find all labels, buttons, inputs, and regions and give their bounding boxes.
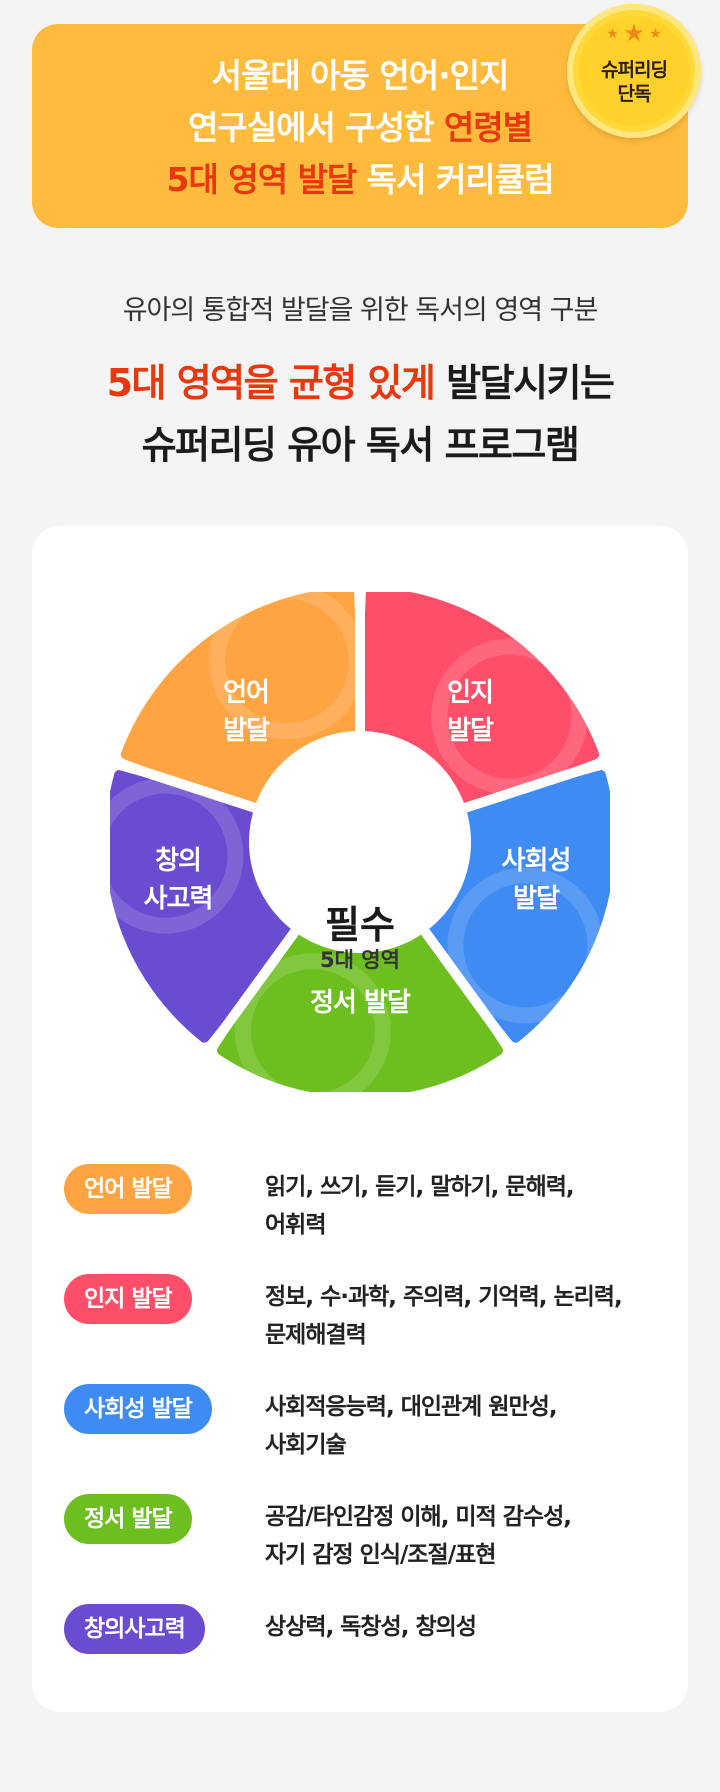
area-pill: 인지 발달 bbox=[64, 1274, 192, 1324]
banner-line-3-plain: 독서 커리큘럼 bbox=[356, 160, 555, 199]
area-description: 상상력, 독창성, 창의성 bbox=[265, 1608, 665, 1646]
area-pill: 창의사고력 bbox=[64, 1604, 205, 1654]
segment-label-line: 발달 bbox=[223, 716, 270, 746]
area-desc-line: 정보, 수·과학, 주의력, 기억력, 논리력, bbox=[265, 1284, 623, 1310]
segment-label-line: 사회성 bbox=[501, 846, 572, 876]
star-icon: ★ ★ ★ bbox=[606, 19, 662, 47]
area-pill: 언어 발달 bbox=[64, 1164, 192, 1214]
segment-label-cognition: 인지 발달 bbox=[410, 674, 530, 750]
area-desc-line: 문제해결력 bbox=[265, 1322, 367, 1348]
segment-label-line: 창의 bbox=[155, 846, 202, 876]
area-desc-line: 사회기술 bbox=[265, 1432, 347, 1458]
segment-label-language: 언어 발달 bbox=[186, 674, 306, 750]
segment-label-line: 언어 bbox=[223, 678, 270, 708]
segment-label-creativity: 창의 사고력 bbox=[118, 842, 238, 918]
area-desc-line: 사회적응능력, 대인관계 원만성, bbox=[265, 1394, 558, 1420]
area-row-social: 사회성 발달 사회적응능력, 대인관계 원만성, 사회기술 bbox=[64, 1384, 664, 1474]
banner-line-3: 5대 영역 발달 독서 커리큘럼 bbox=[32, 154, 688, 206]
area-desc-line: 어휘력 bbox=[265, 1212, 326, 1238]
segment-label-line: 정서 발달 bbox=[310, 988, 411, 1018]
headline-plain: 발달시키는 bbox=[434, 361, 615, 405]
area-description: 사회적응능력, 대인관계 원만성, 사회기술 bbox=[265, 1388, 665, 1464]
exclusive-badge: ★ ★ ★ 슈퍼리딩 단독 bbox=[567, 4, 701, 138]
segment-label-line: 발달 bbox=[513, 884, 560, 914]
area-desc-line: 읽기, 쓰기, 듣기, 말하기, 문해력, bbox=[265, 1174, 575, 1200]
banner-line-2-plain: 연구실에서 구성한 bbox=[188, 108, 444, 147]
segment-label-social: 사회성 발달 bbox=[476, 842, 596, 918]
area-desc-line: 자기 감정 인식/조절/표현 bbox=[265, 1542, 496, 1568]
area-desc-line: 공감/타인감정 이해, 미적 감수성, bbox=[265, 1504, 572, 1530]
area-pill: 사회성 발달 bbox=[64, 1384, 212, 1434]
areas-card: 언어 발달 인지 발달 사회성 발달 정서 발달 창의 사고력 필수 5대 영역… bbox=[32, 526, 688, 1712]
headline-line-1: 5대 영역을 균형 있게 발달시키는 bbox=[0, 352, 720, 414]
area-description: 정보, 수·과학, 주의력, 기억력, 논리력, 문제해결력 bbox=[265, 1278, 665, 1354]
area-description: 공감/타인감정 이해, 미적 감수성, 자기 감정 인식/조절/표현 bbox=[265, 1498, 665, 1574]
banner-line-2-highlight: 연령별 bbox=[443, 108, 533, 147]
area-row-cognition: 인지 발달 정보, 수·과학, 주의력, 기억력, 논리력, 문제해결력 bbox=[64, 1274, 664, 1364]
wheel-center-title: 필수 bbox=[325, 903, 395, 947]
section-headline: 5대 영역을 균형 있게 발달시키는 슈퍼리딩 유아 독서 프로그램 bbox=[0, 352, 720, 476]
segment-label-line: 사고력 bbox=[143, 884, 214, 914]
area-desc-line: 상상력, 독창성, 창의성 bbox=[265, 1614, 477, 1640]
area-pill: 정서 발달 bbox=[64, 1494, 192, 1544]
badge-text: 슈퍼리딩 단독 bbox=[567, 58, 701, 106]
area-row-creativity: 창의사고력 상상력, 독창성, 창의성 bbox=[64, 1604, 664, 1664]
segment-label-line: 인지 bbox=[447, 678, 494, 708]
area-row-language: 언어 발달 읽기, 쓰기, 듣기, 말하기, 문해력, 어휘력 bbox=[64, 1164, 664, 1254]
area-description: 읽기, 쓰기, 듣기, 말하기, 문해력, 어휘력 bbox=[265, 1168, 665, 1244]
headline-highlight: 5대 영역을 균형 있게 bbox=[106, 361, 436, 405]
segment-label-line: 발달 bbox=[447, 716, 494, 746]
wheel-center-subtitle: 5대 영역 bbox=[320, 948, 400, 972]
badge-line-2: 단독 bbox=[617, 83, 652, 105]
banner-line-3-highlight: 5대 영역 발달 bbox=[166, 160, 358, 199]
area-row-emotion: 정서 발달 공감/타인감정 이해, 미적 감수성, 자기 감정 인식/조절/표현 bbox=[64, 1494, 664, 1584]
headline-line-2: 슈퍼리딩 유아 독서 프로그램 bbox=[141, 423, 580, 467]
section-subtitle: 유아의 통합적 발달을 위한 독서의 영역 구분 bbox=[122, 295, 599, 326]
segment-label-emotion: 정서 발달 bbox=[285, 984, 435, 1022]
badge-line-1: 슈퍼리딩 bbox=[601, 59, 668, 81]
development-wheel: 언어 발달 인지 발달 사회성 발달 정서 발달 창의 사고력 필수 5대 영역 bbox=[105, 586, 615, 1097]
